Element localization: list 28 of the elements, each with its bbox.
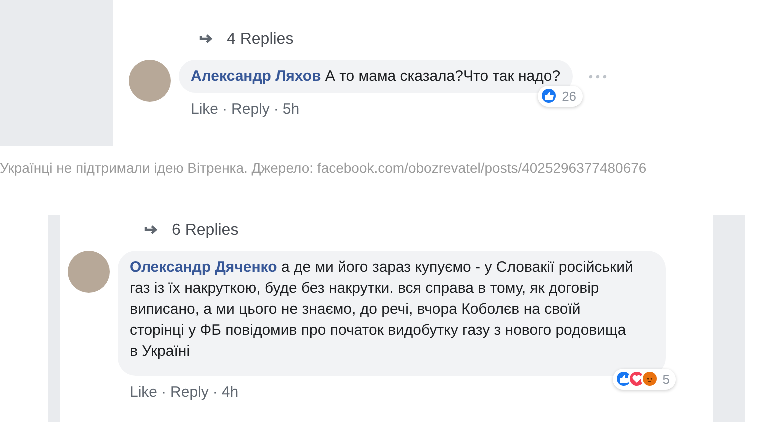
replies-link[interactable]: 4 Replies — [227, 28, 294, 52]
reaction-summary[interactable]: 26 — [538, 86, 583, 107]
replies-link[interactable]: 6 Replies — [172, 219, 239, 243]
image-caption: Українці не підтримали ідею Вітренка. Джерело: facebook.com/obozrevatel/posts/4025296377480676 — [0, 159, 648, 178]
author-link[interactable]: Олександр Дяченко — [130, 259, 278, 276]
action-link[interactable]: Like — [191, 99, 219, 122]
reaction-summary[interactable]: 5 — [612, 368, 676, 390]
separator-dot: · — [212, 383, 218, 403]
reaction-count: 26 — [562, 88, 577, 106]
reply-arrow-icon — [199, 34, 215, 46]
separator-dot: · — [222, 100, 228, 120]
author-link[interactable]: Александр Ляхов — [191, 68, 322, 85]
thumbs-up-icon — [540, 87, 558, 106]
action-link[interactable]: Reply — [232, 99, 270, 122]
reaction-count: 5 — [662, 370, 670, 388]
separator-dot: · — [162, 383, 167, 403]
action-link[interactable]: Reply — [170, 382, 209, 404]
comment-text: Александр Ляхов А то мама сказала?Что так надо? — [191, 67, 561, 87]
reply-arrow-icon — [144, 225, 160, 237]
comment-text: Олександр Дяченко а де ми його зараз купуємо - у Словакії російський газ із їх накруткою, буде без накрутки. вся справа в тому, як договір виписано, а ми цього не знаємо, до речі, вчора Коболєв на своїй сторінці у ФБ повідомив про початок видобутку газу з нового родовища в Україні — [130, 258, 634, 362]
timestamp: 5h — [282, 100, 300, 120]
angry-face-icon — [640, 370, 659, 388]
avatar-placeholder — [68, 251, 110, 293]
timestamp: 4h — [222, 383, 239, 403]
more-options-icon[interactable] — [588, 74, 607, 78]
avatar-placeholder — [129, 60, 171, 102]
action-link[interactable]: Like — [130, 382, 158, 404]
separator-dot: · — [274, 100, 279, 120]
